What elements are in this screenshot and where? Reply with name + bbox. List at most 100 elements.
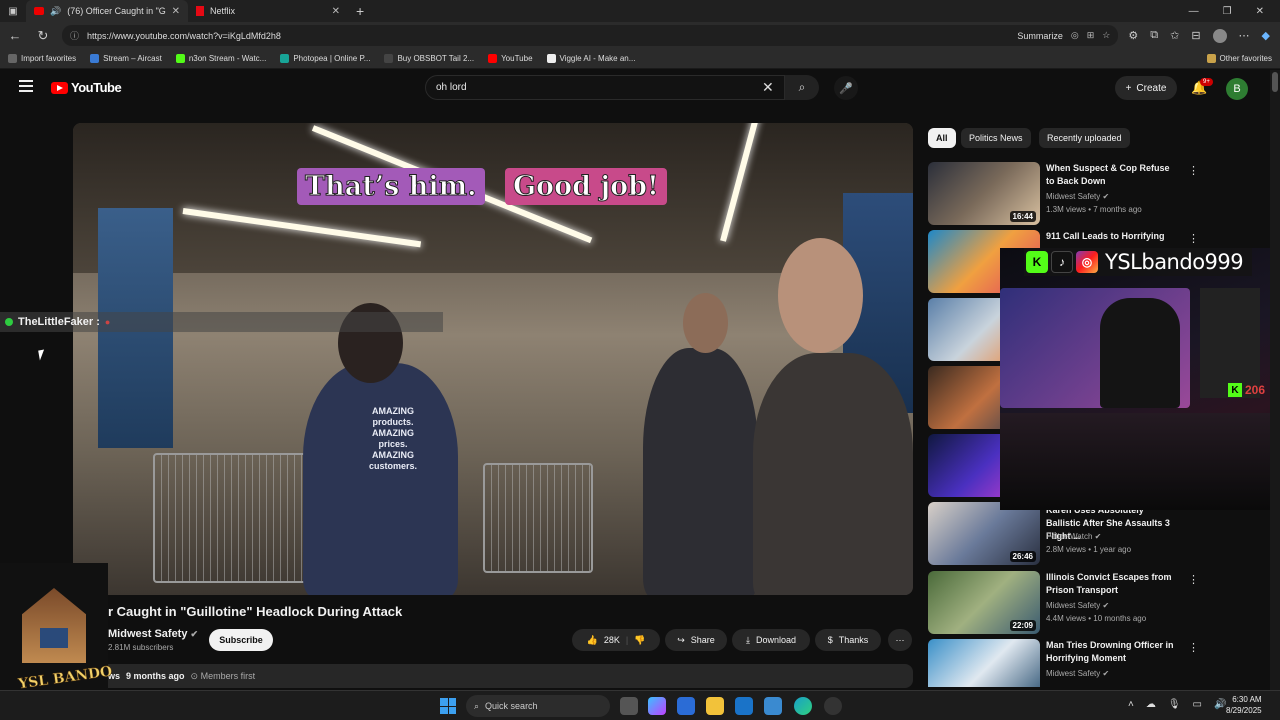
chat-status-icon [5,318,13,326]
channel-name-text: Midwest Safety [108,628,188,640]
address-bar-row: ← ↻ ⓘ https://www.youtube.com/watch?v=iK… [0,22,1280,49]
favorite-n3on[interactable]: n3on Stream - Watc... [175,54,266,63]
app-icon[interactable]: ⊞ [1087,30,1095,41]
more-options-icon[interactable]: ⋮ [1188,573,1199,586]
site-info-icon[interactable]: ⓘ [70,29,79,42]
display-icon[interactable]: ▭ [1193,699,1202,710]
more-actions-button[interactable]: ⋯ [888,629,912,651]
thanks-button[interactable]: $ Thanks [815,629,881,651]
favorite-aircast[interactable]: Stream – Aircast [90,54,162,63]
thumbs-down-icon[interactable]: 👎 [634,635,645,646]
store-icon[interactable] [677,697,695,715]
other-favorites[interactable]: Other favorites [1206,54,1272,63]
photos-icon[interactable] [764,697,782,715]
thanks-icon: $ [827,635,833,645]
url-field[interactable]: ⓘ https://www.youtube.com/watch?v=iKgLdM… [62,25,1119,46]
subscribe-button[interactable]: Subscribe [209,629,273,651]
menu-icon[interactable]: ⋯ [1239,29,1250,42]
recommended-video[interactable]: 26:46 Karen Uses Absolutely Ballistic Af… [928,502,1268,568]
copilot-taskbar-icon[interactable] [648,697,666,715]
recommended-channel: Police Watch ✔ [1046,532,1102,541]
video-thumbnail[interactable]: 22:09 [928,571,1040,634]
file-explorer-icon[interactable] [706,697,724,715]
chevron-up-icon[interactable]: ˄ [1128,699,1134,710]
youtube-logo[interactable]: YouTube [51,80,122,95]
tab-netflix[interactable]: Netflix ✕ [188,0,348,22]
favorite-viggle[interactable]: Viggle AI - Make an... [546,54,635,63]
user-avatar[interactable]: B [1226,78,1248,100]
thanks-label: Thanks [838,635,869,645]
tab-actions-icon[interactable]: ▣ [0,6,26,17]
hamburger-menu-icon[interactable] [19,80,33,95]
netflix-favicon-icon [196,6,204,16]
collections-icon[interactable]: ⊟ [1191,29,1200,42]
search-button[interactable]: ⌕ [785,75,819,100]
subscriber-count: 2.81M subscribers [108,643,174,652]
profile-avatar[interactable] [1212,28,1227,43]
chip-recently-uploaded[interactable]: Recently uploaded [1039,128,1130,148]
close-tab-icon[interactable]: ✕ [332,6,340,17]
copilot-icon[interactable]: ◆ [1262,29,1270,42]
favorite-youtube[interactable]: YouTube [488,54,533,63]
summarize-button[interactable]: Summarize [1017,31,1063,41]
favorite-obsbot[interactable]: Buy OBSBOT Tail 2... [384,54,474,63]
chip-politics-news[interactable]: Politics News [961,128,1031,148]
recommended-video[interactable]: Man Tries Drowning Officer in Horrifying… [928,639,1268,687]
refresh-icon[interactable]: ↻ [34,28,52,44]
new-tab-button[interactable]: + [348,3,372,19]
scrollbar-thumb[interactable] [1272,72,1278,92]
close-window-icon[interactable]: ✕ [1256,6,1264,17]
recommended-video[interactable]: 22:09 Illinois Convict Escapes from Pris… [928,571,1268,637]
close-tab-icon[interactable]: ✕ [172,6,180,17]
outlook-icon[interactable] [735,697,753,715]
more-options-icon[interactable]: ⋮ [1188,641,1199,654]
start-button[interactable] [440,698,456,714]
house-graphic [22,588,86,663]
recommended-title: Illinois Convict Escapes from Prison Tra… [1046,572,1172,595]
video-thumbnail[interactable] [928,639,1040,687]
more-options-icon[interactable]: ⋮ [1188,164,1199,177]
recommended-video[interactable]: 16:44 When Suspect & Cop Refuse to Back … [928,162,1268,228]
tab-youtube[interactable]: 🔊 (76) Officer Caught in "Guillo ✕ [26,0,188,22]
favorite-import[interactable]: Import favorites [8,54,76,63]
back-icon[interactable]: ← [6,28,24,43]
download-button[interactable]: ⤓ Download [732,629,810,651]
minimize-icon[interactable]: — [1189,6,1199,17]
taskbar-search[interactable]: ⌕ Quick search [466,695,610,717]
mouse-cursor-icon [38,349,46,361]
description-box[interactable]: ws 9 months ago ⊙ Members first [73,664,913,688]
channel-text: Midwest Safety [1046,669,1101,678]
maximize-icon[interactable]: ❐ [1223,6,1232,17]
create-label: Create [1136,82,1167,94]
system-clock[interactable]: 6:30 AM 8/29/2025 [1226,694,1262,716]
task-view-icon[interactable] [620,697,638,715]
channel-name[interactable]: Midwest Safety ✔ [108,628,198,640]
video-thumbnail[interactable]: 26:46 [928,502,1040,565]
clear-search-icon[interactable]: ✕ [762,79,774,96]
favorites-icon[interactable]: ✩ [1170,29,1179,42]
chip-all[interactable]: All [928,128,956,148]
mic-icon[interactable]: 🎙 [1168,699,1181,710]
extensions-icon[interactable]: ⚙ [1128,29,1138,42]
read-aloud-icon[interactable]: ◎ [1071,30,1079,41]
favorite-photopea[interactable]: Photopea | Online P... [280,54,370,63]
suspect-head [778,238,863,353]
create-button[interactable]: + Create [1115,76,1177,100]
edge-icon[interactable] [794,697,812,715]
share-button[interactable]: ↪ Share [665,629,727,651]
search-input[interactable]: oh lord [425,75,785,100]
like-button[interactable]: 👍 28K | 👎 [572,629,660,651]
video-player[interactable]: That’s him. Good job! AMAZING products. … [73,123,913,595]
chat-overlay-message: TheLittleFaker : ● [0,312,443,332]
split-screen-icon[interactable]: ⧉ [1150,29,1158,42]
page-scrollbar[interactable] [1270,70,1280,690]
voice-search-button[interactable]: 🎤 [834,76,858,100]
favorite-star-icon[interactable]: ☆ [1102,30,1110,41]
favorite-label: Photopea | Online P... [293,54,371,63]
volume-icon[interactable]: 🔊 [1214,699,1226,710]
cloud-icon[interactable]: ☁ [1146,699,1156,710]
more-options-icon[interactable]: ⋮ [1188,232,1199,245]
video-thumbnail[interactable]: 16:44 [928,162,1040,225]
speaker-icon[interactable]: 🔊 [50,6,61,17]
obs-icon[interactable] [824,697,842,715]
